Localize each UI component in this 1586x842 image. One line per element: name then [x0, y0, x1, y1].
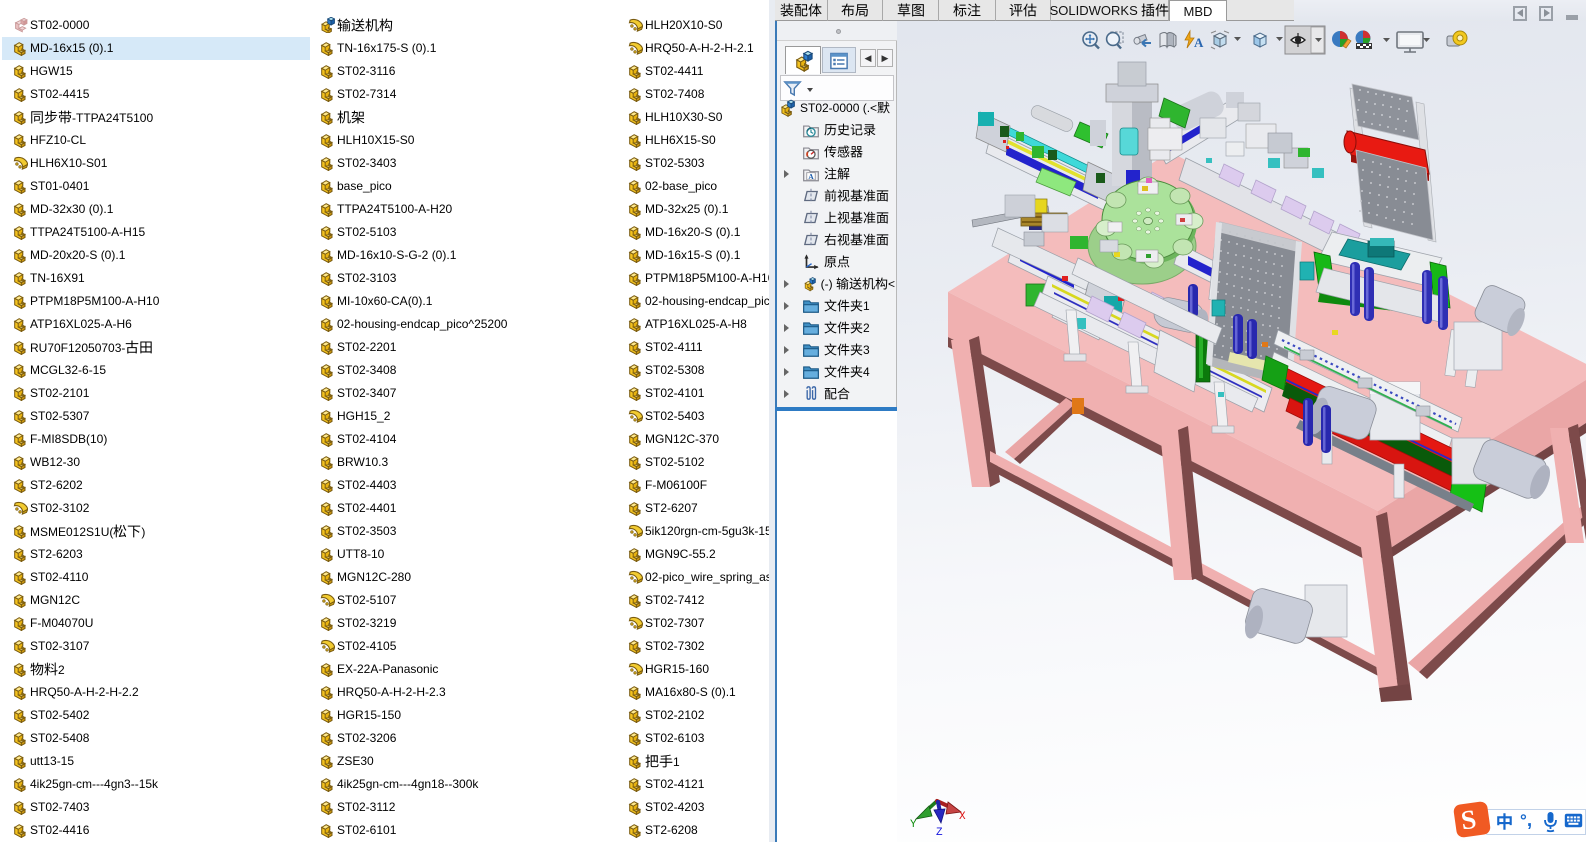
svg-text:Z: Z — [936, 827, 943, 839]
svg-text:Y: Y — [910, 819, 917, 831]
svg-text:A: A — [1194, 35, 1204, 50]
svg-text:X: X — [959, 811, 966, 823]
